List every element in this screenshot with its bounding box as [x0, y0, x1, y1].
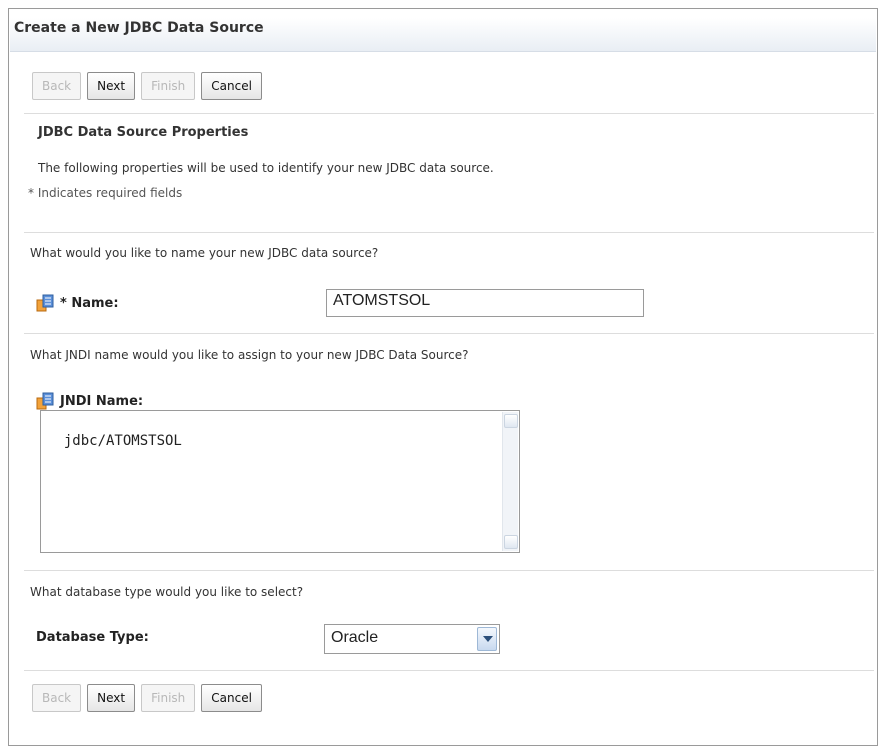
section-description: The following properties will be used to…	[38, 161, 494, 175]
next-button[interactable]: Next	[87, 684, 136, 712]
finish-button[interactable]: Finish	[141, 72, 196, 100]
db-type-select[interactable]: Oracle	[324, 624, 500, 654]
separator	[24, 113, 874, 114]
db-type-selected: Oracle	[331, 629, 379, 646]
jndi-textarea[interactable]: jdbc/ATOMSTSOL	[40, 410, 520, 553]
scroll-up-arrow[interactable]	[504, 414, 518, 428]
scroll-down-arrow[interactable]	[504, 535, 518, 549]
cancel-button[interactable]: Cancel	[201, 72, 262, 100]
next-button[interactable]: Next	[87, 72, 136, 100]
required-note: * Indicates required fields	[28, 186, 183, 200]
bottom-button-row: Back Next Finish Cancel	[32, 684, 262, 712]
section-title: JDBC Data Source Properties	[38, 125, 249, 140]
jndi-label-text: JNDI Name:	[60, 393, 144, 409]
separator	[24, 333, 874, 334]
separator	[24, 670, 874, 671]
database-icon	[36, 392, 54, 410]
chevron-down-icon[interactable]	[477, 627, 497, 651]
name-input[interactable]: ATOMSTSOL	[326, 289, 644, 317]
name-label-text: * Name:	[60, 295, 119, 311]
separator	[24, 232, 874, 233]
top-button-row: Back Next Finish Cancel	[32, 72, 262, 100]
page-title: Create a New JDBC Data Source	[14, 20, 264, 36]
jndi-value: jdbc/ATOMSTSOL	[63, 433, 182, 449]
separator	[24, 570, 874, 571]
database-icon	[36, 294, 54, 312]
textarea-scrollbar[interactable]	[502, 412, 518, 551]
back-button[interactable]: Back	[32, 684, 82, 712]
name-label: * Name:	[36, 294, 119, 312]
db-type-label: Database Type:	[36, 630, 149, 645]
name-question: What would you like to name your new JDB…	[30, 246, 379, 260]
finish-button[interactable]: Finish	[141, 684, 196, 712]
cancel-button[interactable]: Cancel	[201, 684, 262, 712]
back-button[interactable]: Back	[32, 72, 82, 100]
jndi-question: What JNDI name would you like to assign …	[30, 348, 469, 362]
jndi-label: JNDI Name:	[36, 392, 143, 410]
db-type-question: What database type would you like to sel…	[30, 585, 304, 599]
